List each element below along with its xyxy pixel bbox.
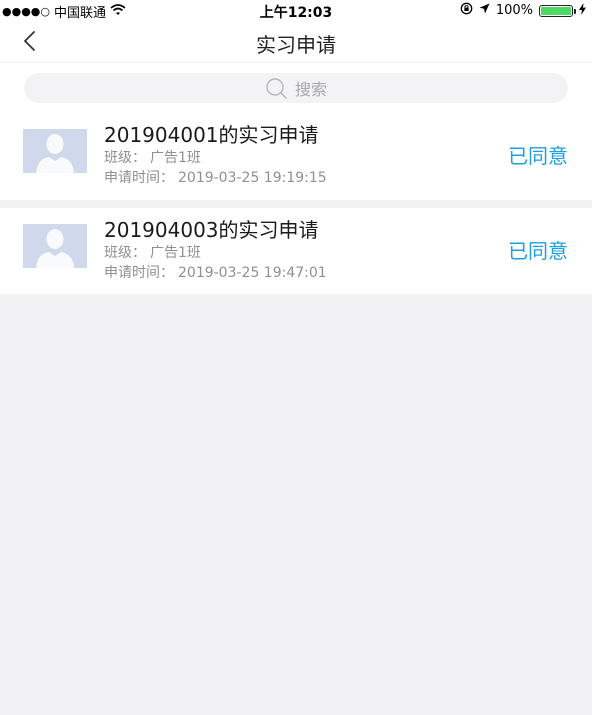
apply-time-value: 2019-03-25 19:19:15 xyxy=(178,170,327,186)
user-placeholder-icon xyxy=(36,134,74,173)
status-right: 100% xyxy=(460,2,586,19)
class-info: 班级： 广告1班 xyxy=(104,147,201,167)
status-badge: 已同意 xyxy=(508,239,568,263)
page-title: 实习申请 xyxy=(256,33,336,57)
apply-time-value: 2019-03-25 19:47:01 xyxy=(178,265,327,281)
navigation-bar: 实习申请 xyxy=(0,20,592,63)
avatar xyxy=(23,129,87,173)
back-button[interactable] xyxy=(14,26,44,56)
application-title: 201904001的实习申请 xyxy=(104,123,319,147)
apply-time-label: 申请时间： xyxy=(104,265,174,281)
chevron-left-icon xyxy=(24,31,35,51)
class-value: 广告1班 xyxy=(150,245,201,261)
search-section: 搜索 xyxy=(0,63,592,113)
list-item[interactable]: 201904001的实习申请 班级： 广告1班 申请时间： 2019-03-25 1… xyxy=(0,113,592,200)
class-label: 班级： xyxy=(104,245,146,261)
rotation-lock-icon xyxy=(460,2,473,19)
battery-percentage: 100% xyxy=(495,3,533,18)
apply-time-info: 申请时间： 2019-03-25 19:19:15 xyxy=(104,167,327,187)
search-icon xyxy=(266,78,287,99)
status-bar: ●●●●○ 中国联通 上午12:03 100% xyxy=(0,0,592,21)
battery-level-fill xyxy=(541,6,571,15)
user-placeholder-icon xyxy=(36,229,74,268)
battery-icon xyxy=(539,4,576,17)
list-item[interactable]: 201904003的实习申请 班级： 广告1班 申请时间： 2019-03-25 1… xyxy=(0,208,592,294)
status-badge: 已同意 xyxy=(508,144,568,168)
avatar xyxy=(23,224,87,268)
class-value: 广告1班 xyxy=(150,150,201,166)
class-label: 班级： xyxy=(104,150,146,166)
application-title: 201904003的实习申请 xyxy=(104,218,319,242)
charging-bolt-icon xyxy=(579,2,586,19)
search-input[interactable]: 搜索 xyxy=(24,73,568,103)
application-list: 201904001的实习申请 班级： 广告1班 申请时间： 2019-03-25 1… xyxy=(0,113,592,294)
apply-time-info: 申请时间： 2019-03-25 19:47:01 xyxy=(104,262,327,282)
apply-time-label: 申请时间： xyxy=(104,170,174,186)
search-placeholder: 搜索 xyxy=(294,80,327,99)
location-arrow-icon xyxy=(479,3,490,18)
class-info: 班级： 广告1班 xyxy=(104,242,201,262)
